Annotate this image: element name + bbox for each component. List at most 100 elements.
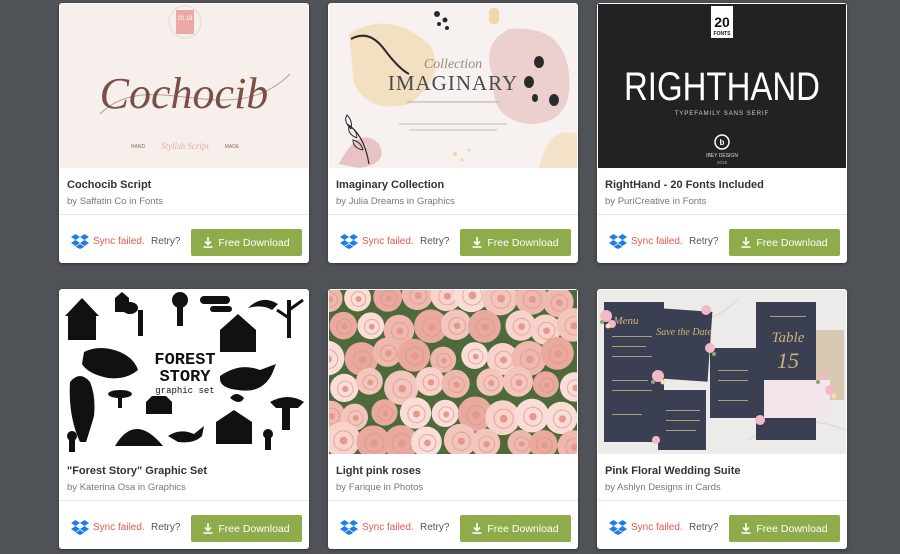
category-link[interactable]: Fonts bbox=[139, 196, 163, 207]
category-link[interactable]: Photos bbox=[394, 482, 424, 493]
thumb-save: Save the Date bbox=[656, 327, 712, 338]
thumb-menu: Menu bbox=[612, 315, 639, 327]
product-thumbnail[interactable]: FOREST STORY graphic set bbox=[60, 290, 308, 454]
category-link[interactable]: Graphics bbox=[417, 196, 455, 207]
dropbox-icon bbox=[609, 519, 627, 535]
product-thumbnail[interactable]: 20 FONTS RIGHTHAND TYPEFAMILY SANS SERIF… bbox=[598, 4, 846, 168]
rose-center bbox=[541, 442, 548, 449]
free-download-button[interactable]: Free Download bbox=[729, 515, 840, 542]
card-title[interactable]: RightHand - 20 Fonts Included bbox=[605, 179, 764, 191]
free-download-button[interactable]: Free Download bbox=[191, 515, 302, 542]
rose-center bbox=[453, 381, 460, 388]
card-byline: by Katerina Osa in Graphics bbox=[67, 482, 186, 493]
rose-center bbox=[468, 291, 477, 300]
author-link[interactable]: PuriCreative bbox=[618, 196, 670, 207]
card-byline: by Julia Dreams in Graphics bbox=[336, 196, 455, 207]
thumb-hand: HAND bbox=[131, 144, 146, 150]
category-link[interactable]: Cards bbox=[695, 482, 720, 493]
sync-status: Sync failed. bbox=[71, 233, 145, 249]
author-link[interactable]: Saffatin Co bbox=[80, 196, 127, 207]
rose-center bbox=[411, 352, 419, 360]
rose-center bbox=[355, 296, 362, 302]
card-byline: by Ashlyn Designs in Cards bbox=[605, 482, 721, 493]
thumb-stylish: Stylish Script bbox=[161, 141, 209, 151]
cochocib-preview-image: 20 18 Cochocib HAND Stylish Script MADE bbox=[60, 4, 308, 168]
rose-center bbox=[488, 380, 495, 387]
author-link[interactable]: Ashlyn Designs bbox=[617, 482, 682, 493]
free-download-button[interactable]: Free Download bbox=[460, 515, 571, 542]
rose-center bbox=[368, 323, 375, 330]
product-card[interactable]: 20 18 Cochocib HAND Stylish Script MADE … bbox=[59, 3, 309, 263]
product-thumbnail[interactable]: Menu Save the Date Table 15 bbox=[598, 290, 846, 454]
download-label: Free Download bbox=[487, 236, 559, 249]
pink-roses-preview-image bbox=[329, 290, 577, 454]
rose-center bbox=[413, 410, 420, 418]
thumb-table: Table bbox=[772, 330, 805, 346]
retry-link[interactable]: Retry? bbox=[151, 236, 180, 247]
product-thumbnail[interactable]: 20 18 Cochocib HAND Stylish Script MADE bbox=[60, 4, 308, 168]
card-title[interactable]: Cochocib Script bbox=[67, 179, 151, 191]
righthand-preview-image: 20 FONTS RIGHTHAND TYPEFAMILY SANS SERIF… bbox=[598, 4, 846, 168]
card-title[interactable]: Pink Floral Wedding Suite bbox=[605, 465, 740, 477]
card-byline: by Farique in Photos bbox=[336, 482, 424, 493]
card-title[interactable]: Imaginary Collection bbox=[336, 179, 444, 191]
product-card[interactable]: FOREST STORY graphic set "Forest Story" … bbox=[59, 289, 309, 549]
download-icon bbox=[472, 237, 482, 248]
free-download-button[interactable]: Free Download bbox=[729, 229, 840, 256]
card-divider bbox=[59, 500, 309, 501]
rose-center bbox=[342, 385, 349, 393]
retry-link[interactable]: Retry? bbox=[151, 522, 180, 533]
product-card[interactable]: Light pink roses by Farique in Photos Sy… bbox=[328, 289, 578, 549]
imaginary-preview-image: Collection IMAGINARY bbox=[329, 4, 577, 168]
card-divider bbox=[328, 500, 578, 501]
rose-center bbox=[500, 356, 508, 364]
thumb-line3: graphic set bbox=[155, 386, 214, 396]
rose-center bbox=[358, 356, 367, 364]
product-thumbnail[interactable] bbox=[329, 290, 577, 454]
retry-link[interactable]: Retry? bbox=[689, 522, 718, 533]
rose-center bbox=[554, 350, 562, 358]
retry-link[interactable]: Retry? bbox=[420, 522, 449, 533]
sync-status: Sync failed. bbox=[609, 519, 683, 535]
card-divider bbox=[328, 214, 578, 215]
sync-status: Sync failed. bbox=[340, 233, 414, 249]
product-card[interactable]: 20 FONTS RIGHTHAND TYPEFAMILY SANS SERIF… bbox=[597, 3, 847, 263]
rose-center bbox=[398, 439, 406, 448]
author-link[interactable]: Katerina Osa bbox=[80, 482, 135, 493]
rose-center bbox=[398, 384, 407, 393]
rose-center bbox=[518, 441, 525, 448]
product-card[interactable]: Menu Save the Date Table 15 Pink Floral … bbox=[597, 289, 847, 549]
rose-center bbox=[424, 439, 431, 447]
thumb-script: Collection bbox=[424, 57, 482, 72]
dropbox-icon bbox=[71, 519, 89, 535]
thumb-badge-number: 20 bbox=[714, 14, 730, 30]
free-download-button[interactable]: Free Download bbox=[460, 229, 571, 256]
product-card[interactable]: Collection IMAGINARY Imaginary Collectio… bbox=[328, 3, 578, 263]
retry-link[interactable]: Retry? bbox=[420, 236, 449, 247]
dropbox-icon bbox=[71, 233, 89, 249]
product-thumbnail[interactable]: Collection IMAGINARY bbox=[329, 4, 577, 168]
svg-text:b: b bbox=[720, 138, 725, 147]
rose-center bbox=[367, 379, 374, 386]
free-download-button[interactable]: Free Download bbox=[191, 229, 302, 256]
rose-center bbox=[558, 415, 566, 423]
rose-center bbox=[427, 379, 435, 386]
thumb-brand: IBEY DESIGN bbox=[706, 153, 738, 159]
card-divider bbox=[597, 500, 847, 501]
rose-center bbox=[341, 323, 348, 330]
rose-center bbox=[339, 436, 348, 445]
sync-status: Sync failed. bbox=[340, 519, 414, 535]
rose-center bbox=[472, 353, 479, 360]
rose-center bbox=[385, 349, 392, 357]
thumb-title: IMAGINARY bbox=[388, 71, 518, 95]
author-link[interactable]: Julia Dreams bbox=[349, 196, 404, 207]
rose-center bbox=[443, 292, 451, 300]
category-link[interactable]: Graphics bbox=[148, 482, 186, 493]
retry-link[interactable]: Retry? bbox=[689, 236, 718, 247]
category-link[interactable]: Fonts bbox=[683, 196, 707, 207]
card-title[interactable]: Light pink roses bbox=[336, 465, 421, 477]
card-title[interactable]: "Forest Story" Graphic Set bbox=[67, 465, 207, 477]
author-link[interactable]: Farique bbox=[349, 482, 381, 493]
download-label: Free Download bbox=[756, 522, 828, 535]
sync-failed-text: Sync failed. bbox=[93, 521, 145, 533]
